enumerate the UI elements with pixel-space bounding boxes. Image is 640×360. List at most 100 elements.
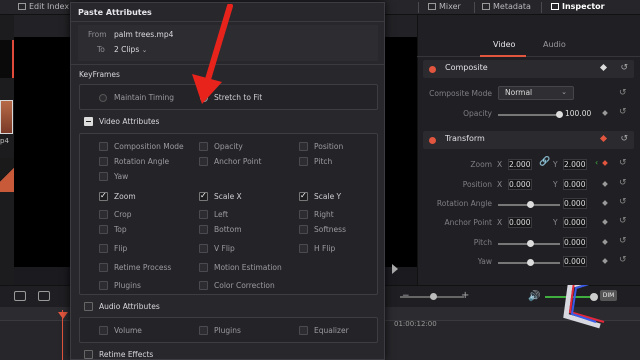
trim-tool-icon[interactable] xyxy=(14,291,26,301)
flip-checkbox[interactable] xyxy=(99,244,108,253)
pitch-checkbox[interactable] xyxy=(299,157,308,166)
metadata-button[interactable]: Metadata xyxy=(482,2,531,11)
keyframe-icon[interactable] xyxy=(599,134,608,143)
from-label: From xyxy=(88,30,107,39)
red-arrow-icon xyxy=(192,4,233,104)
equalizer-checkbox[interactable] xyxy=(299,326,308,335)
zoom-y-field[interactable]: 2.000 xyxy=(563,159,587,170)
video-plugins-checkbox[interactable] xyxy=(99,281,108,290)
divider xyxy=(474,2,475,13)
mixer-icon xyxy=(428,3,436,10)
zoom-checkbox[interactable] xyxy=(99,191,108,201)
anchor-y-field[interactable]: 0.000 xyxy=(563,217,587,228)
to-dropdown[interactable]: 2 Clips ⌄ xyxy=(114,45,148,54)
reset-icon[interactable]: ↺ xyxy=(620,134,628,144)
clip-thumbnail[interactable] xyxy=(0,158,14,192)
clip-thumbnail-selected[interactable] xyxy=(0,100,13,134)
yaw-slider-handle[interactable] xyxy=(527,259,534,266)
metadata-label: Metadata xyxy=(493,2,531,11)
clip-thumbnail[interactable] xyxy=(0,40,14,78)
position-checkbox[interactable] xyxy=(299,142,308,151)
anchor-y-axis: Y xyxy=(553,218,558,227)
reset-icon[interactable]: ↺ xyxy=(619,236,627,246)
reset-icon[interactable]: ↺ xyxy=(619,107,627,117)
opacity-label: Opacity xyxy=(214,142,243,151)
color-correction-checkbox[interactable] xyxy=(199,281,208,290)
left-checkbox[interactable] xyxy=(199,210,208,219)
yaw-checkbox[interactable] xyxy=(99,172,108,181)
top-checkbox[interactable] xyxy=(99,225,108,234)
viewer-header xyxy=(14,15,78,37)
maintain-timing-radio[interactable] xyxy=(99,94,107,102)
bottom-checkbox[interactable] xyxy=(199,225,208,234)
composite-section-header[interactable]: Composite ↺ xyxy=(423,60,634,78)
transform-section-header[interactable]: Transform ↺ xyxy=(423,131,634,149)
retime-process-label: Retime Process xyxy=(114,263,172,272)
reset-icon[interactable]: ↺ xyxy=(620,63,628,73)
opacity-slider-handle[interactable] xyxy=(556,111,563,118)
right-checkbox[interactable] xyxy=(299,210,308,219)
retime-effects-checkbox[interactable] xyxy=(84,350,93,359)
opacity-value[interactable]: 100.00 xyxy=(565,109,591,118)
h-flip-checkbox[interactable] xyxy=(299,244,308,253)
pitch-slider-handle[interactable] xyxy=(527,240,534,247)
next-frame-icon[interactable] xyxy=(392,264,398,274)
tab-video[interactable]: Video xyxy=(493,40,515,49)
reset-icon[interactable]: ↺ xyxy=(619,216,627,226)
position-y-axis: Y xyxy=(553,180,558,189)
enable-toggle-icon[interactable] xyxy=(429,137,436,144)
v-flip-checkbox[interactable] xyxy=(199,244,208,253)
playhead-handle[interactable] xyxy=(58,312,68,319)
position-x-field[interactable]: 0.000 xyxy=(508,179,532,190)
yaw-field[interactable]: 0.000 xyxy=(563,256,587,267)
enable-toggle-icon[interactable] xyxy=(429,66,436,73)
zoom-x-axis: X xyxy=(497,160,503,169)
softness-label: Softness xyxy=(314,225,346,234)
chevron-down-icon: ⌄ xyxy=(141,46,148,54)
scale-y-checkbox[interactable] xyxy=(299,191,308,201)
tab-audio[interactable]: Audio xyxy=(543,40,566,49)
retime-process-checkbox[interactable] xyxy=(99,263,108,272)
opacity-label: Opacity xyxy=(463,109,492,118)
zoom-in-icon[interactable]: + xyxy=(461,290,469,301)
composite-title: Composite xyxy=(445,63,488,72)
speaker-icon[interactable]: 🔊 xyxy=(528,291,540,302)
inspector-button[interactable]: Inspector xyxy=(551,2,605,11)
softness-checkbox[interactable] xyxy=(299,225,308,234)
from-value: palm trees.mp4 xyxy=(114,30,174,39)
link-icon[interactable]: 🔗 xyxy=(539,157,550,167)
opacity-slider[interactable] xyxy=(498,114,560,116)
inspector-tab-bar xyxy=(417,35,640,57)
zoom-slider-handle[interactable] xyxy=(430,293,437,300)
reset-icon[interactable]: ↺ xyxy=(619,255,627,265)
dynamic-trim-icon[interactable] xyxy=(38,291,50,301)
scale-x-checkbox[interactable] xyxy=(199,191,208,201)
keyframe-icon[interactable] xyxy=(599,63,608,72)
zoom-x-field[interactable]: 2.000 xyxy=(508,159,532,170)
pitch-field[interactable]: 0.000 xyxy=(563,237,587,248)
rotation-angle-checkbox[interactable] xyxy=(99,157,108,166)
composite-mode-value: Normal xyxy=(505,88,533,97)
reset-icon[interactable]: ↺ xyxy=(619,158,627,168)
anchor-point-checkbox[interactable] xyxy=(199,157,208,166)
h-flip-label: H Flip xyxy=(314,244,336,253)
reset-icon[interactable]: ↺ xyxy=(619,88,627,98)
audio-plugins-checkbox[interactable] xyxy=(199,326,208,335)
reset-icon[interactable]: ↺ xyxy=(619,178,627,188)
composition-mode-checkbox[interactable] xyxy=(99,142,108,151)
opacity-checkbox[interactable] xyxy=(199,142,208,151)
mixer-button[interactable]: Mixer xyxy=(428,2,461,11)
volume-checkbox[interactable] xyxy=(99,326,108,335)
rotation-field[interactable]: 0.000 xyxy=(563,198,587,209)
prev-keyframe-icon[interactable]: ‹ xyxy=(595,158,598,167)
anchor-x-field[interactable]: 0.000 xyxy=(508,217,532,228)
audio-attributes-checkbox[interactable] xyxy=(84,302,93,311)
composite-mode-select[interactable]: Normal ⌄ xyxy=(498,86,574,100)
rotation-slider-handle[interactable] xyxy=(527,201,534,208)
edit-index-button[interactable]: Edit Index xyxy=(18,2,69,11)
crop-checkbox[interactable] xyxy=(99,210,108,219)
motion-estimation-checkbox[interactable] xyxy=(199,263,208,272)
collapse-video-attributes-icon[interactable] xyxy=(84,117,93,126)
position-y-field[interactable]: 0.000 xyxy=(563,179,587,190)
reset-icon[interactable]: ↺ xyxy=(619,197,627,207)
